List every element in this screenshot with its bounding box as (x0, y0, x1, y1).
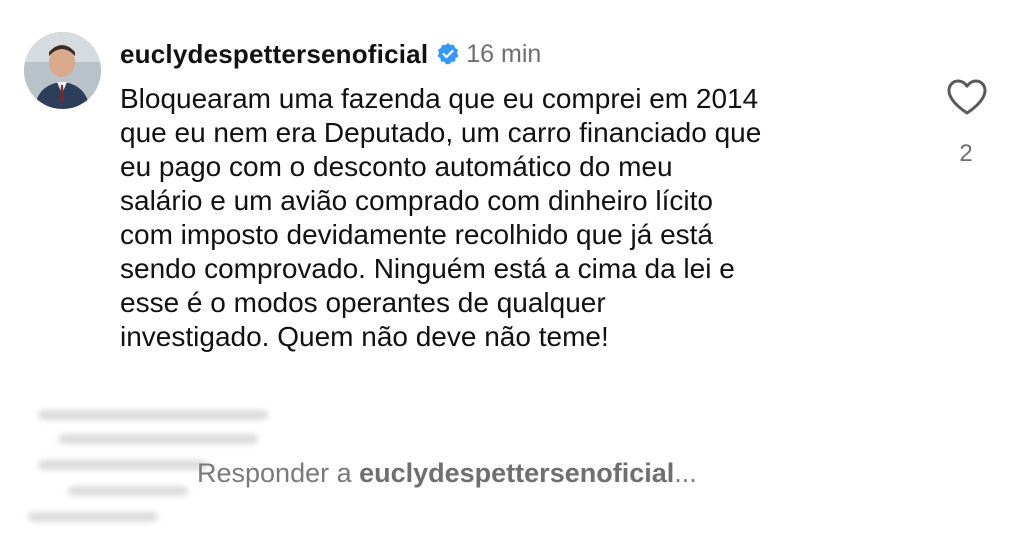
reply-ellipsis: ... (674, 458, 697, 488)
comment-time: 16 min (466, 39, 542, 68)
reply-username: euclydespettersenoficial (359, 458, 675, 488)
comment-line: que eu nem era Deputado, um carro financ… (120, 117, 762, 148)
comment-header: euclydespettersenoficial 16 min (120, 34, 541, 74)
verified-badge-icon (437, 43, 459, 65)
like-count[interactable]: 2 (940, 140, 992, 168)
comment-line: salário e um avião comprado com dinheiro… (120, 185, 713, 216)
comment-line: investigado. Quem não deve não teme! (120, 321, 609, 352)
username[interactable]: euclydespettersenoficial (120, 39, 428, 70)
comment-line: com imposto devidamente recolhido que já… (120, 219, 714, 250)
heart-icon[interactable] (946, 78, 988, 116)
comment-line: sendo comprovado. Ninguém está a cima da… (120, 253, 735, 284)
comment-line: eu pago com o desconto automático do meu (120, 151, 673, 182)
comment: euclydespettersenoficial 16 min Bloquear… (0, 0, 1024, 538)
reply-prefix: Responder a (197, 458, 360, 488)
comment-text: Bloquearam uma fazenda que eu comprei em… (120, 82, 920, 354)
comment-line: Bloquearam uma fazenda que eu comprei em… (120, 83, 759, 114)
comment-line: esse é o modos operantes de qualquer (120, 287, 606, 318)
avatar[interactable] (24, 32, 101, 109)
reply-input[interactable]: Responder a euclydespettersenoficial... (197, 458, 697, 489)
avatar-image (24, 32, 101, 109)
